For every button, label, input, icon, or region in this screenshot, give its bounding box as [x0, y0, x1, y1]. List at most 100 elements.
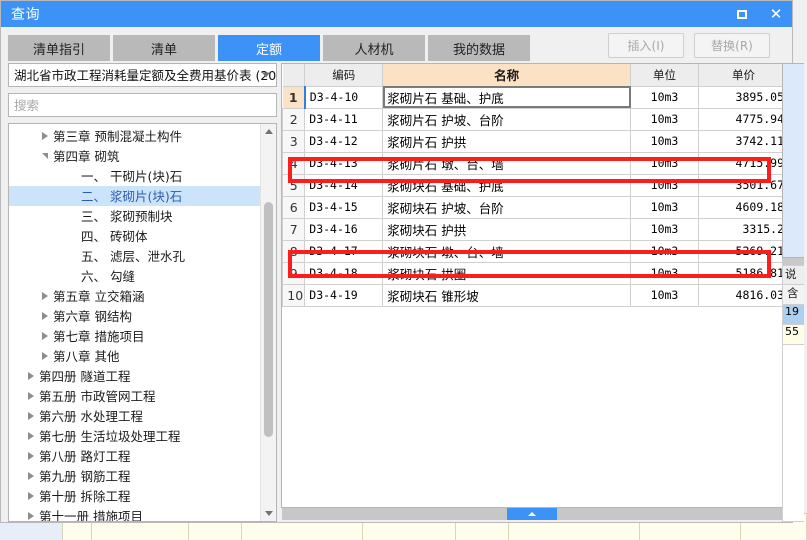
tree-item-10[interactable]: 第七章 措施项目 — [9, 326, 260, 346]
cell-name[interactable]: 浆砌块石 墩、台、墙 — [382, 239, 632, 263]
cell-code[interactable]: D3-4-19 — [304, 283, 384, 307]
grid-header-name[interactable]: 名称 — [382, 64, 632, 87]
cell-code[interactable]: D3-4-11 — [304, 107, 384, 131]
tree-item-0[interactable]: 第三章 预制混凝土构件 — [9, 126, 260, 146]
table-row[interactable]: 5 D3-4-14 浆砌块石 基础、护底 10m3 3501.67 — [282, 173, 790, 197]
cell-idx[interactable]: 10 — [282, 283, 306, 307]
cell-price[interactable]: 4816.03 — [698, 283, 790, 307]
tab-1[interactable]: 清单 — [113, 35, 215, 61]
scroll-up-button[interactable] — [261, 124, 276, 139]
cell-unit[interactable]: 10m3 — [630, 283, 700, 307]
table-row[interactable]: 7 D3-4-16 浆砌块石 护拱 10m3 3315.2 — [282, 217, 790, 241]
cell-code[interactable]: D3-4-16 — [304, 217, 384, 241]
cell-price[interactable]: 4775.94 — [698, 107, 790, 131]
tree-item-17[interactable]: 第九册 钢筋工程 — [9, 466, 260, 486]
tree-expander[interactable] — [37, 331, 53, 340]
cell-unit[interactable]: 10m3 — [630, 261, 700, 285]
cell-code[interactable]: D3-4-12 — [304, 129, 384, 153]
cell-price[interactable]: 4715.99 — [698, 151, 790, 175]
cell-code[interactable]: D3-4-13 — [304, 151, 384, 175]
cell-name[interactable]: 浆砌块石 锥形坡 — [382, 283, 632, 307]
cell-idx[interactable]: 3 — [282, 129, 306, 153]
grid-header-idx[interactable] — [282, 64, 306, 87]
maximize-button[interactable] — [732, 4, 752, 24]
tab-0[interactable]: 清单指引 — [8, 35, 110, 61]
tree-item-6[interactable]: 五、 滤层、泄水孔 — [9, 246, 260, 266]
tree-expander[interactable] — [37, 291, 53, 300]
cell-name[interactable]: 浆砌块石 护坡、台阶 — [382, 195, 632, 219]
table-row[interactable]: 1 D3-4-10 浆砌片石 基础、护底 10m3 3895.05 — [282, 85, 790, 109]
cell-price[interactable]: 5186.81 — [698, 261, 790, 285]
grid-header-price[interactable]: 单价 — [698, 64, 790, 87]
tree-expander[interactable] — [23, 511, 39, 520]
tree-item-15[interactable]: 第七册 生活垃圾处理工程 — [9, 426, 260, 446]
tree-item-1[interactable]: 第四章 砌筑 — [9, 146, 260, 166]
cell-code[interactable]: D3-4-17 — [304, 239, 384, 263]
cell-idx[interactable]: 1 — [282, 85, 306, 109]
tree-item-2[interactable]: 一、 干砌片(块)石 — [9, 166, 260, 186]
cell-unit[interactable]: 10m3 — [630, 217, 700, 241]
table-row[interactable]: 8 D3-4-17 浆砌块石 墩、台、墙 10m3 5269.21 — [282, 239, 790, 263]
cell-name[interactable]: 浆砌片石 墩、台、墙 — [382, 151, 632, 175]
cell-idx[interactable]: 8 — [282, 239, 306, 263]
cell-unit[interactable]: 10m3 — [630, 195, 700, 219]
grid-header-code[interactable]: 编码 — [304, 64, 384, 87]
cell-price[interactable]: 3742.11 — [698, 129, 790, 153]
library-select[interactable]: 湖北省市政工程消耗量定额及全费用基价表 (20 — [8, 63, 278, 87]
cell-name[interactable]: 浆砌片石 护拱 — [382, 129, 632, 153]
cell-code[interactable]: D3-4-15 — [304, 195, 384, 219]
tree-vertical-scrollbar[interactable] — [260, 123, 277, 521]
cell-price[interactable]: 3895.05 — [698, 85, 790, 109]
cell-idx[interactable]: 6 — [282, 195, 306, 219]
tree-item-3[interactable]: 二、 浆砌片(块)石 — [9, 185, 261, 206]
scroll-down-button[interactable] — [261, 506, 276, 521]
tree-expander[interactable] — [23, 451, 39, 460]
cell-idx[interactable]: 9 — [282, 261, 306, 285]
cell-name[interactable]: 浆砌片石 护坡、台阶 — [382, 107, 632, 131]
cell-idx[interactable]: 4 — [282, 151, 306, 175]
tree-item-9[interactable]: 第六章 钢结构 — [9, 306, 260, 326]
tree-item-16[interactable]: 第八册 路灯工程 — [9, 446, 260, 466]
tree-expander[interactable] — [37, 152, 53, 159]
cell-price[interactable]: 4609.18 — [698, 195, 790, 219]
tree-scrollbar-thumb[interactable] — [264, 201, 274, 437]
cell-name[interactable]: 浆砌块石 护拱 — [382, 217, 632, 241]
insert-button[interactable]: 插入(I) — [608, 33, 684, 58]
cell-idx[interactable]: 7 — [282, 217, 306, 241]
cell-unit[interactable]: 10m3 — [630, 239, 700, 263]
tree-expander[interactable] — [23, 411, 39, 420]
cell-name[interactable]: 浆砌片石 基础、护底 — [382, 85, 632, 109]
cell-name[interactable]: 浆砌块石 基础、护底 — [382, 173, 632, 197]
tree-expander[interactable] — [23, 431, 39, 440]
tree-expander[interactable] — [23, 371, 39, 380]
tree-item-4[interactable]: 三、 浆砌预制块 — [9, 206, 260, 226]
cell-price[interactable]: 3501.67 — [698, 173, 790, 197]
cell-idx[interactable]: 2 — [282, 107, 306, 131]
cell-unit[interactable]: 10m3 — [630, 107, 700, 131]
tree-item-19[interactable]: 第十一册 措施项目 — [9, 506, 260, 521]
tree-item-12[interactable]: 第四册 隧道工程 — [9, 366, 260, 386]
table-row[interactable]: 9 D3-4-18 浆砌块石 拱圈 10m3 5186.81 — [282, 261, 790, 285]
tree-item-7[interactable]: 六、 勾缝 — [9, 266, 260, 286]
tree-item-13[interactable]: 第五册 市政管网工程 — [9, 386, 260, 406]
grid-horizontal-scrollbar[interactable] — [282, 508, 790, 520]
tree-expander[interactable] — [37, 131, 53, 140]
table-row[interactable]: 3 D3-4-12 浆砌片石 护拱 10m3 3742.11 — [282, 129, 790, 153]
grid-header-unit[interactable]: 单位 — [630, 64, 700, 87]
tree-expander[interactable] — [23, 391, 39, 400]
table-row[interactable]: 10 D3-4-19 浆砌块石 锥形坡 10m3 4816.03 — [282, 283, 790, 307]
cell-code[interactable]: D3-4-18 — [304, 261, 384, 285]
tree-expander[interactable] — [37, 351, 53, 360]
side-panel-splitter[interactable] — [782, 258, 805, 265]
cell-unit[interactable]: 10m3 — [630, 129, 700, 153]
cell-idx[interactable]: 5 — [282, 173, 306, 197]
tab-3[interactable]: 人材机 — [323, 35, 425, 61]
tree-item-14[interactable]: 第六册 水处理工程 — [9, 406, 260, 426]
cell-code[interactable]: D3-4-14 — [304, 173, 384, 197]
tree-item-5[interactable]: 四、 砖砌体 — [9, 226, 260, 246]
grid-hscroll-thumb[interactable] — [507, 508, 558, 520]
cell-code[interactable]: D3-4-10 — [303, 85, 384, 109]
table-row[interactable]: 4 D3-4-13 浆砌片石 墩、台、墙 10m3 4715.99 — [282, 151, 790, 175]
tree-item-11[interactable]: 第八章 其他 — [9, 346, 260, 366]
cell-name[interactable]: 浆砌块石 拱圈 — [382, 261, 632, 285]
